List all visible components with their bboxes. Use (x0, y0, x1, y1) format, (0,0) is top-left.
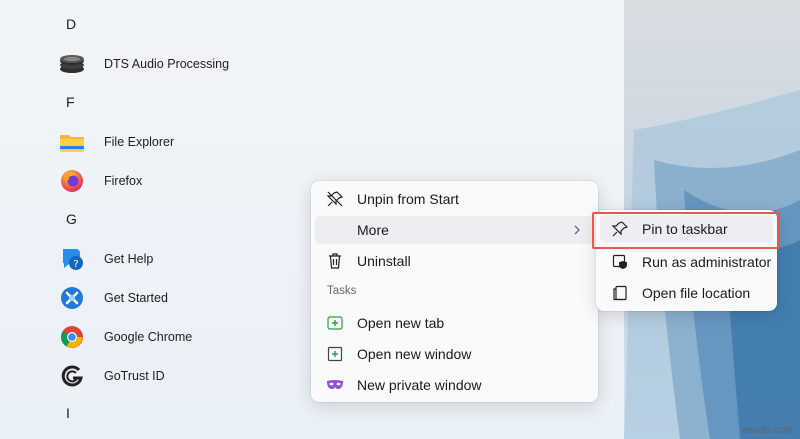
menu-item-run-as-administrator[interactable]: Run as administrator (600, 248, 773, 276)
menu-item-label: Open new tab (357, 315, 445, 331)
section-letter-g[interactable]: G (66, 211, 90, 227)
context-menu: Unpin from Start More Uninstall Tasks Op… (311, 181, 598, 402)
app-item-gotrust-id[interactable]: GoTrust ID (58, 361, 298, 391)
menu-item-open-file-location[interactable]: Open file location (600, 279, 773, 307)
chrome-icon (58, 323, 86, 351)
menu-item-label: Open new window (357, 346, 472, 362)
section-letter-i[interactable]: I (66, 405, 90, 421)
get-help-icon: ? (58, 245, 86, 273)
app-label: GoTrust ID (104, 369, 165, 383)
menu-item-label: Unpin from Start (357, 191, 459, 207)
section-letter-d[interactable]: D (66, 16, 90, 32)
watermark: wsxdn.com (741, 425, 792, 436)
menu-item-label: New private window (357, 377, 482, 393)
menu-item-open-new-window[interactable]: Open new window (315, 340, 594, 368)
pin-to-taskbar-highlight-box (592, 212, 780, 249)
menu-item-more[interactable]: More (315, 216, 594, 244)
app-item-get-started[interactable]: Get Started (58, 283, 298, 313)
file-explorer-icon (58, 128, 86, 156)
menu-item-new-private-window[interactable]: New private window (315, 371, 594, 399)
tasks-section-header: Tasks (327, 285, 357, 297)
admin-shield-icon (610, 252, 630, 272)
menu-item-label: Open file location (642, 285, 751, 301)
app-item-file-explorer[interactable]: File Explorer (58, 127, 298, 157)
menu-item-label: Uninstall (357, 253, 411, 269)
section-letter-f[interactable]: F (66, 94, 90, 110)
private-mask-icon (325, 375, 345, 395)
unpin-icon (325, 189, 345, 209)
app-label: Get Help (104, 252, 154, 266)
app-label: Get Started (104, 291, 168, 305)
dts-audio-icon (58, 50, 86, 78)
app-item-dts-audio[interactable]: DTS Audio Processing (58, 49, 298, 79)
svg-text:?: ? (73, 259, 78, 270)
firefox-icon (58, 167, 86, 195)
app-item-get-help[interactable]: ? Get Help (58, 244, 298, 274)
trash-icon (325, 251, 345, 271)
menu-item-open-new-tab[interactable]: Open new tab (315, 309, 594, 337)
app-item-google-chrome[interactable]: Google Chrome (58, 322, 298, 352)
app-label: File Explorer (104, 135, 175, 149)
new-tab-icon (325, 313, 345, 333)
get-started-icon (58, 284, 86, 312)
app-label: Google Chrome (104, 330, 193, 344)
file-location-icon (610, 283, 630, 303)
chevron-right-icon (572, 223, 582, 239)
menu-item-unpin-from-start[interactable]: Unpin from Start (315, 185, 594, 213)
app-label: Firefox (104, 174, 143, 188)
app-item-firefox[interactable]: Firefox (58, 166, 298, 196)
app-label: DTS Audio Processing (104, 57, 230, 71)
new-window-icon (325, 344, 345, 364)
menu-item-label: More (357, 222, 389, 238)
gotrust-icon (58, 362, 86, 390)
menu-item-label: Run as administrator (642, 254, 772, 270)
menu-item-uninstall[interactable]: Uninstall (315, 247, 594, 275)
